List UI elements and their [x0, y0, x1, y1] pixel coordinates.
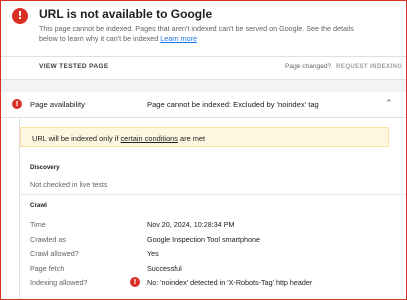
crawl-row-label: Indexing allowed? [30, 278, 88, 287]
error-icon: ! [130, 277, 140, 287]
crawl-row-label: Time [30, 220, 46, 229]
availability-label: Page availability [30, 100, 85, 109]
inspection-frame: ! URL is not available to Google This pa… [0, 0, 407, 300]
action-bar: VIEW TESTED PAGE Page changed? REQUEST I… [1, 57, 406, 79]
crawl-row-label: Crawled as [30, 235, 66, 244]
section-gap [1, 80, 406, 92]
page-changed-label: Page changed? [285, 63, 332, 70]
desc-line-1: This page cannot be indexed. Pages that … [39, 24, 320, 33]
crawl-row-label: Page fetch [30, 264, 65, 273]
details-panel: URL will be indexed only if certain cond… [1, 118, 406, 299]
request-indexing-button[interactable]: REQUEST INDEXING [336, 63, 402, 70]
chevron-up-icon[interactable]: ⌃ [385, 98, 393, 109]
notice-text: URL will be indexed only if certain cond… [32, 134, 205, 143]
error-icon: ! [12, 8, 28, 24]
crawl-row-value: Nov 20, 2024, 10:28:34 PM [147, 220, 235, 229]
status-header: ! URL is not available to Google This pa… [1, 1, 406, 56]
status-description: This page cannot be indexed. Pages that … [39, 24, 369, 43]
discovery-text: Not checked in live tests [30, 180, 108, 189]
notice-suffix: are met [177, 134, 206, 143]
page-title: URL is not available to Google [39, 7, 213, 21]
notice-prefix: URL will be indexed only if [32, 134, 121, 143]
crawl-row-value: Successful [147, 264, 182, 273]
divider [20, 194, 406, 195]
view-tested-page-button[interactable]: VIEW TESTED PAGE [39, 63, 109, 70]
certain-conditions-link[interactable]: certain conditions [120, 134, 178, 143]
crawl-row-value: Google Inspection Tool smartphone [147, 235, 260, 244]
discovery-heading: Discovery [30, 164, 60, 171]
page-availability-row[interactable]: ! Page availability Page cannot be index… [1, 92, 406, 118]
indexing-notice: URL will be indexed only if certain cond… [20, 127, 389, 147]
error-icon: ! [12, 99, 22, 109]
learn-more-link[interactable]: Learn more [160, 34, 197, 43]
crawl-row-label: Crawl allowed? [30, 249, 79, 258]
crawl-row-value: No: 'noindex' detected in 'X-Robots-Tag'… [147, 278, 313, 287]
availability-value: Page cannot be indexed: Excluded by 'noi… [147, 100, 319, 109]
crawl-row-value: Yes [147, 249, 159, 258]
crawl-heading: Crawl [30, 202, 47, 209]
